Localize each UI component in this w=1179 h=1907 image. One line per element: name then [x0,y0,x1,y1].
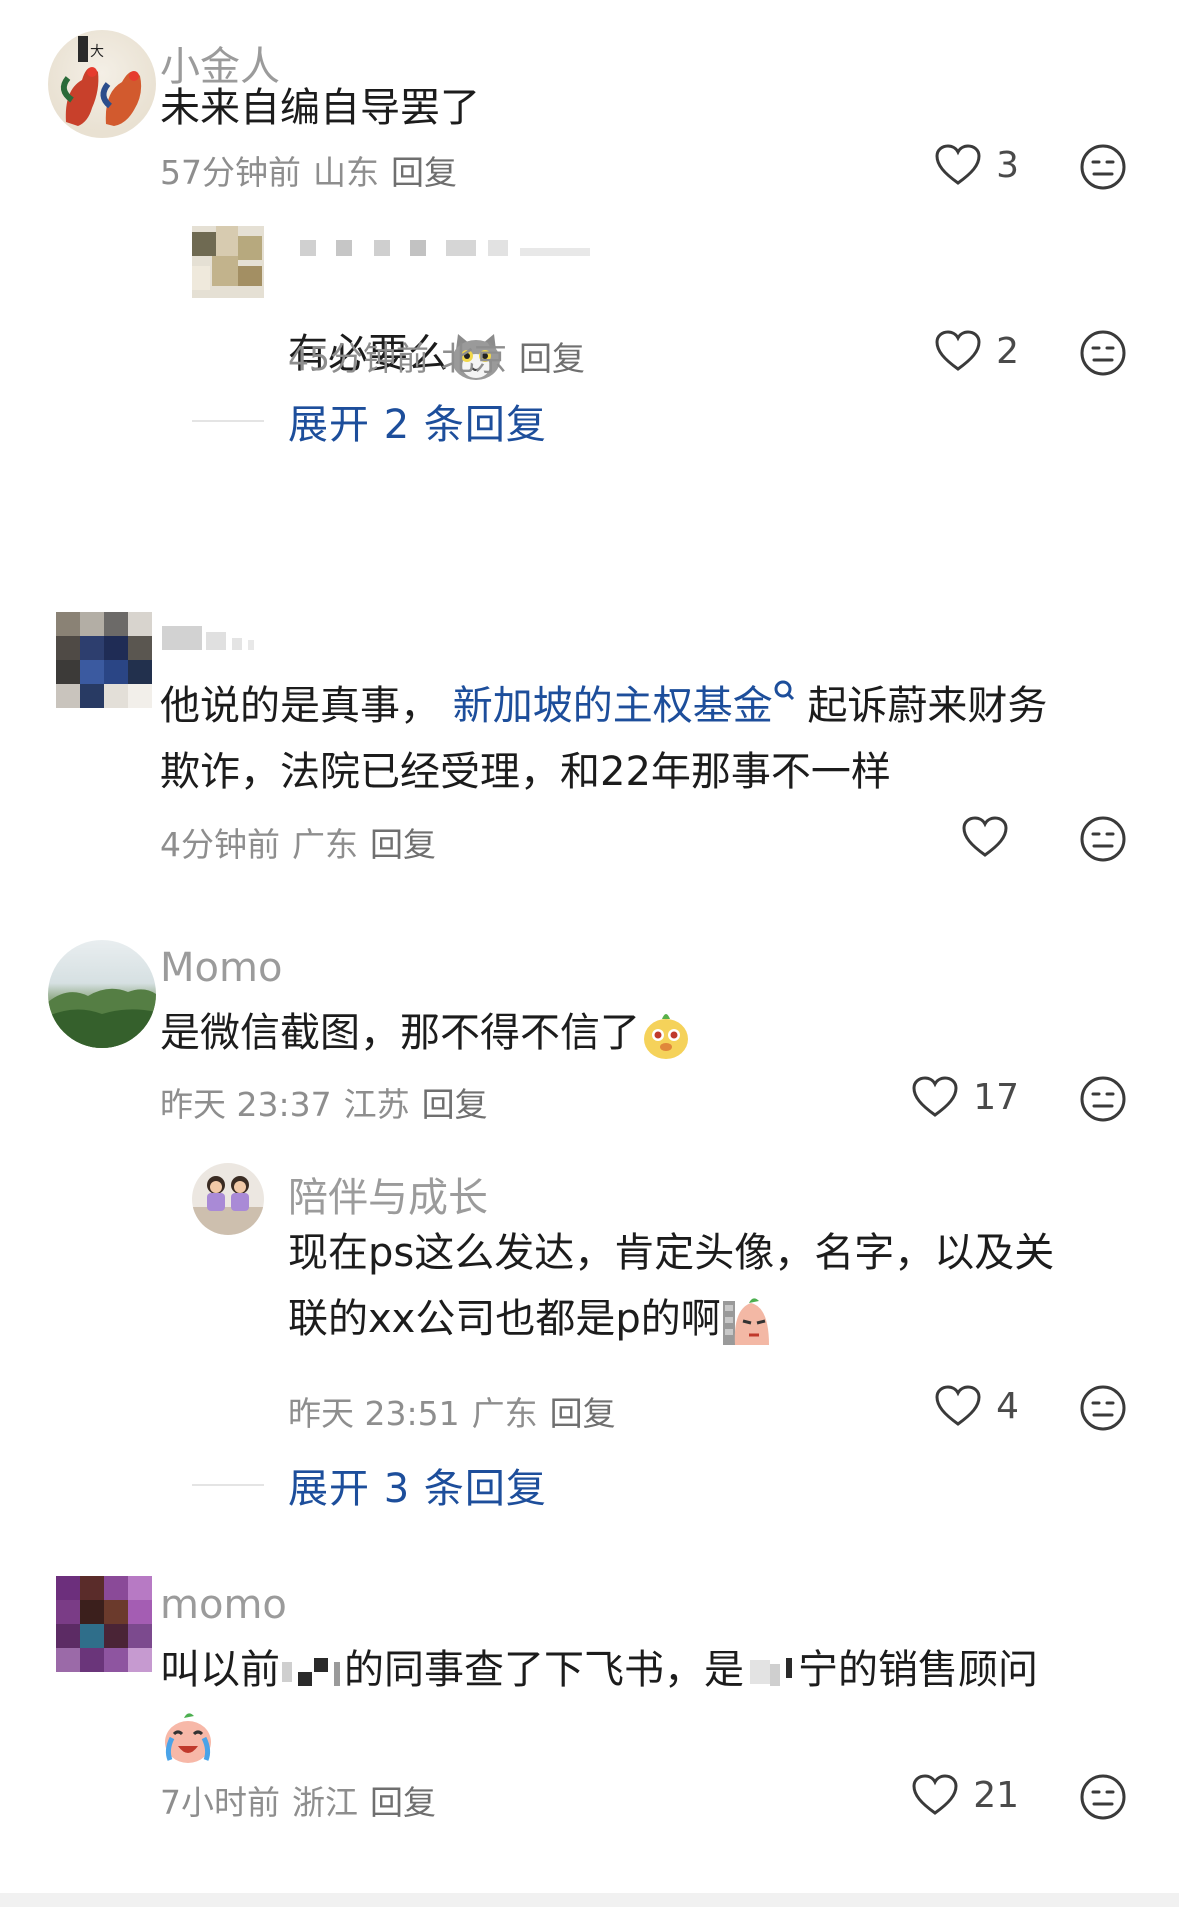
reply-button[interactable]: 回复 [550,1394,616,1433]
comment-text-part: 宁的销售顾问 [798,1647,1038,1693]
expand-replies-label: 展开 3 条回复 [288,1466,547,1512]
reply-button[interactable]: 回复 [391,153,457,192]
avatar[interactable] [192,226,264,298]
neutral-face-icon[interactable] [1079,329,1127,377]
comment-text: 叫以前 的同事查了下飞书，是 宁的销售顾问 [160,1637,1120,1769]
comment-location: 浙江 [292,1783,358,1822]
heart-outline-icon [935,330,981,371]
like-count: 21 [973,1774,1019,1816]
heart-outline-icon [935,1385,981,1426]
like-count: 2 [996,330,1019,372]
comment-meta: 7小时前 浙江 回复 [160,1776,448,1824]
reply-button[interactable]: 回复 [370,1783,436,1822]
heart-outline-icon [962,816,1008,857]
avatar[interactable] [56,1576,152,1672]
username[interactable]: Momo [160,945,282,991]
expand-replies-button[interactable]: 展开 3 条回复 [192,1456,547,1514]
comment-time: 57分钟前 [160,153,301,192]
comment-location: 广东 [292,825,358,864]
comment-text-part: 叫以前 [160,1647,280,1693]
like-button[interactable] [961,815,1009,859]
divider [192,1484,264,1486]
avatar[interactable]: 大 [48,30,156,138]
reply-text-line1: 现在ps这么发达，肯定头像，名字，以及关 [288,1230,1055,1276]
reply-time: 45分钟前 [288,339,429,378]
neutral-face-icon[interactable] [1079,815,1127,863]
comment-meta: 57分钟前 山东 回复 [160,146,469,194]
reply-meta: 45分钟前 北京 回复 [288,332,597,380]
username[interactable]: momo [160,1582,287,1628]
like-button[interactable]: 3 [934,143,1019,187]
neutral-face-icon[interactable] [1079,1384,1127,1432]
skeptical-emoji-icon [722,1298,769,1345]
heart-outline-icon [935,144,981,185]
reply-button[interactable]: 回复 [370,825,436,864]
heart-outline-icon [912,1076,958,1117]
comment-text-line2: 欺诈，法院已经受理，和22年那事不一样 [160,749,891,795]
comment-time: 7小时前 [160,1783,280,1822]
username[interactable] [288,226,648,280]
username[interactable] [160,618,280,668]
reply-location: 广东 [471,1394,538,1433]
comment-location: 江苏 [343,1085,410,1124]
comment-text-part: 的同事查了下飞书，是 [344,1647,744,1693]
smug-emoji-icon [644,1014,688,1059]
avatar[interactable] [48,940,156,1048]
comment-time: 4分钟前 [160,825,280,864]
comment-meta: 昨天 23:37 江苏 回复 [160,1078,500,1126]
expand-replies-button[interactable]: 展开 2 条回复 [192,392,547,450]
neutral-face-icon[interactable] [1079,1075,1127,1123]
like-count: 3 [996,144,1019,186]
redacted-text [750,1658,792,1686]
comment-time: 昨天 23:37 [160,1085,332,1124]
reply-meta: 昨天 23:51 广东 回复 [288,1387,628,1435]
neutral-face-icon[interactable] [1079,143,1127,191]
username[interactable]: 陪伴与成长 [288,1165,488,1223]
comment-meta: 4分钟前 广东 回复 [160,818,448,866]
avatar[interactable] [56,612,152,708]
heart-outline-icon [912,1774,958,1815]
search-link[interactable]: 新加坡的主权基金 [453,683,773,729]
comment-text-part: 起诉蔚来财务 [807,683,1048,729]
like-count: 4 [996,1385,1019,1427]
blurred-username [162,626,254,650]
comment-location: 山东 [313,153,379,192]
avatar[interactable] [192,1163,264,1235]
comment-text: 未来自编自导罢了 [160,85,480,131]
comment-text: 是微信截图，那不得不信了 [160,1000,692,1066]
search-icon[interactable] [773,673,795,717]
reply-time: 昨天 23:51 [288,1394,460,1433]
comment-list: 大 小金人 未来自编自导罢了 57分钟前 山东 回复 3 有必要么 45分钟前 … [0,0,1179,1907]
reply-text-line2: 联的xx公司也都是p的啊 [288,1296,721,1342]
comment-text-content: 是微信截图，那不得不信了 [160,1010,640,1056]
neutral-face-icon[interactable] [1079,1773,1127,1821]
expand-replies-label: 展开 2 条回复 [288,402,547,448]
like-button[interactable]: 17 [911,1075,1019,1119]
divider [192,420,264,422]
comment-text: 他说的是真事， 新加坡的主权基金 起诉蔚来财务 欺诈，法院已经受理，和22年那事… [160,673,1120,805]
like-count: 17 [973,1076,1019,1118]
like-button[interactable]: 4 [934,1384,1019,1428]
svg-text:大: 大 [90,44,104,60]
reply-text: 现在ps这么发达，肯定头像，名字，以及关 联的xx公司也都是p的啊 [288,1220,1138,1352]
reply-button[interactable]: 回复 [422,1085,488,1124]
like-button[interactable]: 2 [934,329,1019,373]
like-button[interactable]: 21 [911,1773,1019,1817]
crying-laughing-emoji-icon [165,1713,211,1763]
reply-button[interactable]: 回复 [519,339,585,378]
blurred-username [300,240,590,256]
comment-text-part: 他说的是真事， [160,683,440,729]
bottom-edge [0,1893,1179,1907]
reply-location: 北京 [441,339,507,378]
redacted-text [282,1658,340,1686]
